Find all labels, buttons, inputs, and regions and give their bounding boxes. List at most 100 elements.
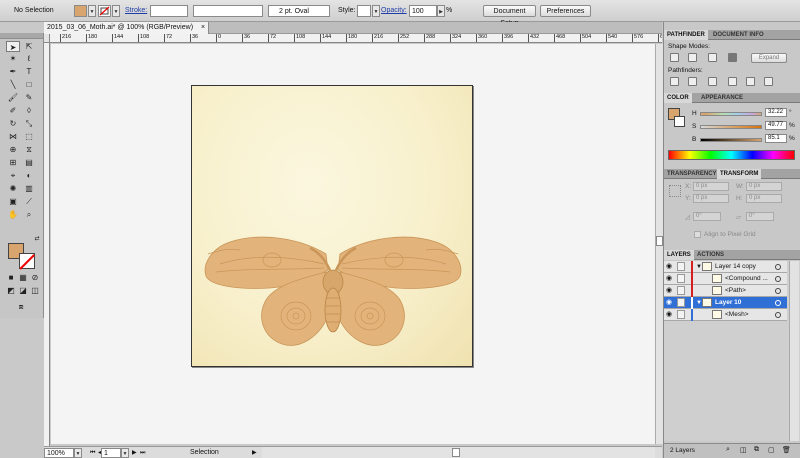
visibility-eye-icon[interactable]: ◉ xyxy=(666,287,674,294)
target-icon[interactable] xyxy=(775,276,781,282)
artboard-tool-icon[interactable]: ▣ xyxy=(6,196,20,207)
draw-inside-icon[interactable]: ◫ xyxy=(28,285,42,296)
status-menu-icon[interactable]: ▶ xyxy=(252,448,257,458)
hue-slider[interactable] xyxy=(700,112,762,116)
tab-document-info[interactable]: DOCUMENT INFO xyxy=(710,30,767,40)
h-field[interactable]: 0 px xyxy=(746,194,782,203)
swap-fill-stroke-icon[interactable]: ⇄ xyxy=(30,234,44,245)
rectangle-tool-icon[interactable]: □ xyxy=(22,79,36,90)
document-setup-button[interactable]: Document Setup xyxy=(483,5,536,27)
layers-scrollbar[interactable] xyxy=(789,261,799,441)
tab-transparency[interactable]: TRANSPARENCY xyxy=(664,169,720,179)
eyedropper-tool-icon[interactable]: ⌖ xyxy=(6,170,20,181)
new-layer-icon[interactable]: ▢ xyxy=(768,446,775,454)
zoom-field[interactable]: 100% xyxy=(44,448,74,458)
brightness-field[interactable]: 85.1 xyxy=(765,134,787,143)
pen-tool-icon[interactable]: ✒ xyxy=(6,66,20,77)
lock-toggle[interactable] xyxy=(677,298,685,307)
blob-brush-tool-icon[interactable]: ✐ xyxy=(6,105,20,116)
fill-dropdown[interactable]: ▼ xyxy=(88,5,96,17)
stroke-weight-field[interactable] xyxy=(150,5,188,17)
document-tab[interactable]: 2015_03_06_Moth.ai* @ 100% (RGB/Preview)… xyxy=(44,22,209,34)
lock-toggle[interactable] xyxy=(677,274,685,283)
stroke-color-swatch[interactable] xyxy=(98,5,111,17)
layer-name[interactable]: Layer 14 copy xyxy=(715,261,756,273)
zoom-tool-icon[interactable]: ⌕ xyxy=(22,209,36,220)
type-tool-icon[interactable]: T xyxy=(22,66,36,77)
layer-row[interactable]: ◉ <Compound ... xyxy=(664,273,787,285)
layer-row[interactable]: ◉ ▼ Layer 10 xyxy=(664,297,787,309)
close-tab-icon[interactable]: × xyxy=(199,22,207,34)
first-artboard-icon[interactable]: ⏮ xyxy=(90,448,95,458)
x-field[interactable]: 0 px xyxy=(693,182,729,191)
minus-front-icon[interactable] xyxy=(688,53,697,62)
graphic-style-swatch[interactable] xyxy=(357,5,371,17)
rotate-field[interactable]: 0° xyxy=(693,212,721,221)
target-icon[interactable] xyxy=(775,264,781,270)
tab-pathfinder[interactable]: PATHFINDER xyxy=(664,30,708,40)
minus-back-icon[interactable] xyxy=(764,77,773,86)
y-field[interactable]: 0 px xyxy=(693,194,729,203)
tab-actions[interactable]: ACTIONS xyxy=(694,250,727,260)
layer-row[interactable]: ◉ <Mesh> xyxy=(664,309,787,321)
vertical-scroll-thumb[interactable] xyxy=(656,236,663,246)
slice-tool-icon[interactable]: ⟋ xyxy=(22,196,36,207)
next-artboard-icon[interactable]: ▶ xyxy=(132,448,137,458)
target-icon[interactable] xyxy=(775,288,781,294)
reference-point-icon[interactable] xyxy=(669,185,681,197)
shear-field[interactable]: 0° xyxy=(746,212,774,221)
line-segment-tool-icon[interactable]: ╲ xyxy=(6,79,20,90)
visibility-eye-icon[interactable]: ◉ xyxy=(666,299,674,306)
last-artboard-icon[interactable]: ⏭ xyxy=(140,448,145,458)
crop-icon[interactable] xyxy=(728,77,737,86)
brightness-slider[interactable] xyxy=(700,138,762,142)
symbol-sprayer-tool-icon[interactable]: ✺ xyxy=(6,183,20,194)
clipping-mask-icon[interactable]: ◫ xyxy=(740,446,747,454)
tab-appearance[interactable]: APPEARANCE xyxy=(698,93,746,103)
tab-layers[interactable]: LAYERS xyxy=(664,250,694,260)
new-sublayer-icon[interactable]: ⧉ xyxy=(754,446,759,454)
saturation-slider[interactable] xyxy=(700,125,762,129)
shape-builder-tool-icon[interactable]: ⊕ xyxy=(6,144,20,155)
saturation-field[interactable]: 49.77 xyxy=(765,121,787,130)
tab-transform[interactable]: TRANSFORM xyxy=(717,169,762,179)
layer-name[interactable]: <Path> xyxy=(725,285,746,297)
mesh-tool-icon[interactable]: ⊞ xyxy=(6,157,20,168)
opacity-dropdown[interactable]: ▶ xyxy=(437,5,445,17)
opacity-label-link[interactable]: Opacity: xyxy=(381,5,407,17)
expand-button[interactable]: Expand xyxy=(751,53,787,63)
tools-panel-grip[interactable] xyxy=(0,33,43,39)
visibility-eye-icon[interactable]: ◉ xyxy=(666,311,674,318)
none-mode-icon[interactable]: ⊘ xyxy=(28,272,42,283)
stroke-swatch[interactable] xyxy=(19,253,35,269)
eraser-tool-icon[interactable]: ◊ xyxy=(22,105,36,116)
lock-toggle[interactable] xyxy=(677,286,685,295)
variable-width-profile[interactable] xyxy=(193,5,263,17)
lasso-tool-icon[interactable]: ℓ xyxy=(22,53,36,64)
merge-icon[interactable] xyxy=(708,77,717,86)
gradient-tool-icon[interactable]: ▤ xyxy=(22,157,36,168)
scale-tool-icon[interactable]: ⤡ xyxy=(22,118,36,129)
locate-object-icon[interactable]: ⌕ xyxy=(726,446,730,454)
free-transform-tool-icon[interactable]: ⬚ xyxy=(22,131,36,142)
perspective-grid-tool-icon[interactable]: ⧖ xyxy=(22,144,36,155)
target-icon[interactable] xyxy=(775,312,781,318)
trim-icon[interactable] xyxy=(688,77,697,86)
preferences-button[interactable]: Preferences xyxy=(540,5,591,17)
stroke-label-link[interactable]: Stroke: xyxy=(125,5,147,17)
color-stroke-swatch[interactable] xyxy=(674,116,685,127)
intersect-icon[interactable] xyxy=(708,53,717,62)
tab-color[interactable]: COLOR xyxy=(664,93,692,103)
visibility-eye-icon[interactable]: ◉ xyxy=(666,263,674,270)
blend-tool-icon[interactable]: ◐ xyxy=(22,170,36,181)
delete-layer-icon[interactable]: 🗑 xyxy=(782,446,791,454)
vertical-scrollbar[interactable] xyxy=(655,44,663,444)
align-pixel-grid-checkbox[interactable] xyxy=(694,231,701,238)
style-dropdown[interactable]: ▼ xyxy=(372,5,380,17)
opacity-field[interactable]: 100 xyxy=(409,5,437,17)
pencil-tool-icon[interactable]: ✎ xyxy=(22,92,36,103)
screen-mode-icon[interactable]: ⧈ xyxy=(14,301,28,312)
layer-name[interactable]: <Mesh> xyxy=(725,309,749,321)
canvas[interactable] xyxy=(51,44,655,444)
color-spectrum[interactable] xyxy=(668,150,795,160)
